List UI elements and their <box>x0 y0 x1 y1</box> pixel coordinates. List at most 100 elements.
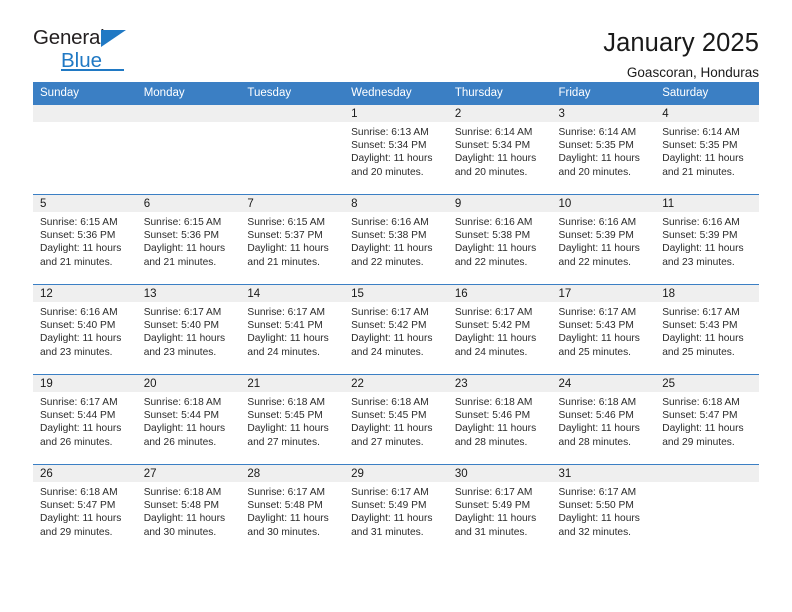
calendar-day-cell[interactable]: 23 Sunrise: 6:18 AM Sunset: 5:46 PM Dayligh… <box>447 374 552 465</box>
day-number: 28 <box>240 465 345 482</box>
daylight-text: Daylight: 11 hours and 22 minutes. <box>558 243 640 268</box>
daylight-text: Daylight: 11 hours and 20 minutes. <box>558 153 640 178</box>
day-number: 18 <box>655 285 759 302</box>
day-number: 29 <box>344 465 448 482</box>
sunset-text: Sunset: 5:38 PM <box>454 230 531 242</box>
sunset-text: Sunset: 5:46 PM <box>558 410 634 422</box>
sunset-text: Sunset: 5:45 PM <box>351 410 427 422</box>
calendar-day-cell[interactable]: 8 Sunrise: 6:16 AM Sunset: 5:38 PM Daylight… <box>344 194 448 285</box>
calendar-day-cell[interactable]: 4 Sunrise: 6:14 AM Sunset: 5:35 PM Daylight… <box>655 104 759 195</box>
day-number: 13 <box>136 285 241 302</box>
day-number: 6 <box>136 195 241 212</box>
sunrise-text: Sunrise: 6:14 AM <box>454 127 533 138</box>
sunset-text: Sunset: 5:43 PM <box>558 320 634 332</box>
sunrise-text: Sunrise: 6:14 AM <box>558 127 637 138</box>
calendar-grid: Sunday Monday Tuesday Wednesday Thursday… <box>33 82 759 554</box>
day-number <box>655 465 759 482</box>
daylight-text: Daylight: 11 hours and 29 minutes. <box>662 423 744 448</box>
calendar-day-cell[interactable]: 24 Sunrise: 6:18 AM Sunset: 5:46 PM Dayligh… <box>551 374 656 465</box>
day-number <box>136 105 241 122</box>
sunset-text: Sunset: 5:42 PM <box>454 320 531 332</box>
title-block: January 2025 Goascoran, Honduras <box>603 28 759 81</box>
calendar-day-cell[interactable]: 21 Sunrise: 6:18 AM Sunset: 5:45 PM Dayligh… <box>240 374 345 465</box>
sunset-text: Sunset: 5:47 PM <box>662 410 738 422</box>
calendar-day-cell[interactable]: 29 Sunrise: 6:17 AM Sunset: 5:49 PM Dayligh… <box>344 464 448 554</box>
sunset-text: Sunset: 5:44 PM <box>143 410 220 422</box>
logo-text-general: General <box>33 26 105 49</box>
calendar-day-cell-empty <box>33 104 137 195</box>
day-number: 23 <box>447 375 552 392</box>
calendar-day-cell-empty <box>240 104 345 195</box>
day-number: 15 <box>344 285 448 302</box>
calendar-day-cell[interactable]: 2 Sunrise: 6:14 AM Sunset: 5:34 PM Daylight… <box>447 104 552 195</box>
sunset-text: Sunset: 5:50 PM <box>558 500 634 512</box>
calendar-day-cell[interactable]: 22 Sunrise: 6:18 AM Sunset: 5:45 PM Dayligh… <box>344 374 448 465</box>
calendar-day-cell[interactable]: 27 Sunrise: 6:18 AM Sunset: 5:48 PM Dayligh… <box>136 464 241 554</box>
sunrise-text: Sunrise: 6:17 AM <box>454 487 533 498</box>
weekday-header-thursday: Thursday <box>447 82 552 105</box>
day-number: 10 <box>551 195 656 212</box>
calendar-day-cell[interactable]: 25 Sunrise: 6:18 AM Sunset: 5:47 PM Dayligh… <box>655 374 759 465</box>
day-details: Sunrise: 6:18 AM Sunset: 5:44 PM Daylight:… <box>137 392 241 449</box>
calendar-day-cell[interactable]: 13 Sunrise: 6:17 AM Sunset: 5:40 PM Dayligh… <box>136 284 241 375</box>
day-details: Sunrise: 6:15 AM Sunset: 5:36 PM Daylight:… <box>137 212 241 269</box>
weekday-header-saturday: Saturday <box>655 82 759 105</box>
calendar-day-cell[interactable]: 28 Sunrise: 6:17 AM Sunset: 5:48 PM Dayligh… <box>240 464 345 554</box>
calendar-page: General Blue January 2025 Goascoran, Hon… <box>0 0 792 612</box>
daylight-text: Daylight: 11 hours and 24 minutes. <box>351 333 433 358</box>
daylight-text: Daylight: 11 hours and 30 minutes. <box>247 513 329 538</box>
calendar-day-cell[interactable]: 16 Sunrise: 6:17 AM Sunset: 5:42 PM Dayligh… <box>447 284 552 375</box>
day-number: 22 <box>344 375 448 392</box>
calendar-day-cell[interactable]: 14 Sunrise: 6:17 AM Sunset: 5:41 PM Dayligh… <box>240 284 345 375</box>
calendar-day-cell[interactable]: 11 Sunrise: 6:16 AM Sunset: 5:39 PM Dayligh… <box>655 194 759 285</box>
daylight-text: Daylight: 11 hours and 22 minutes. <box>454 243 537 268</box>
daylight-text: Daylight: 11 hours and 24 minutes. <box>247 333 329 358</box>
sunset-text: Sunset: 5:43 PM <box>662 320 738 332</box>
calendar-day-cell[interactable]: 9 Sunrise: 6:16 AM Sunset: 5:38 PM Daylight… <box>447 194 552 285</box>
sunrise-text: Sunrise: 6:17 AM <box>558 307 637 318</box>
daylight-text: Daylight: 11 hours and 28 minutes. <box>558 423 640 448</box>
sunset-text: Sunset: 5:34 PM <box>351 140 427 152</box>
calendar-day-cell[interactable]: 15 Sunrise: 6:17 AM Sunset: 5:42 PM Dayligh… <box>344 284 448 375</box>
sunrise-text: Sunrise: 6:18 AM <box>143 397 222 408</box>
calendar-day-cell[interactable]: 18 Sunrise: 6:17 AM Sunset: 5:43 PM Dayligh… <box>655 284 759 375</box>
daylight-text: Daylight: 11 hours and 23 minutes. <box>662 243 744 268</box>
day-details: Sunrise: 6:17 AM Sunset: 5:42 PM Daylight:… <box>344 302 448 359</box>
calendar-body: 1 Sunrise: 6:13 AM Sunset: 5:34 PM Daylight… <box>33 104 759 554</box>
day-details: Sunrise: 6:18 AM Sunset: 5:47 PM Daylight:… <box>33 482 137 539</box>
day-number: 12 <box>33 285 137 302</box>
day-details: Sunrise: 6:15 AM Sunset: 5:36 PM Daylight:… <box>33 212 137 269</box>
sunrise-text: Sunrise: 6:18 AM <box>662 397 740 408</box>
daylight-text: Daylight: 11 hours and 27 minutes. <box>247 423 329 448</box>
sunrise-text: Sunrise: 6:16 AM <box>662 217 740 228</box>
calendar-day-cell[interactable]: 10 Sunrise: 6:16 AM Sunset: 5:39 PM Dayligh… <box>551 194 656 285</box>
daylight-text: Daylight: 11 hours and 31 minutes. <box>351 513 433 538</box>
calendar-day-cell[interactable]: 6 Sunrise: 6:15 AM Sunset: 5:36 PM Daylight… <box>136 194 241 285</box>
day-number: 16 <box>447 285 552 302</box>
day-details: Sunrise: 6:18 AM Sunset: 5:45 PM Daylight:… <box>344 392 448 449</box>
calendar-day-cell[interactable]: 30 Sunrise: 6:17 AM Sunset: 5:49 PM Dayligh… <box>447 464 552 554</box>
calendar-day-cell[interactable]: 17 Sunrise: 6:17 AM Sunset: 5:43 PM Dayligh… <box>551 284 656 375</box>
calendar-day-cell[interactable]: 12 Sunrise: 6:16 AM Sunset: 5:40 PM Dayligh… <box>33 284 137 375</box>
sunrise-text: Sunrise: 6:14 AM <box>662 127 740 138</box>
sunrise-text: Sunrise: 6:18 AM <box>247 397 325 408</box>
day-details: Sunrise: 6:16 AM Sunset: 5:40 PM Daylight:… <box>33 302 137 359</box>
calendar-day-cell[interactable]: 19 Sunrise: 6:17 AM Sunset: 5:44 PM Dayligh… <box>33 374 137 465</box>
sunrise-text: Sunrise: 6:18 AM <box>40 487 118 498</box>
sunset-text: Sunset: 5:48 PM <box>247 500 323 512</box>
day-number: 1 <box>344 105 448 122</box>
calendar-week-row: 19 Sunrise: 6:17 AM Sunset: 5:44 PM Dayligh… <box>33 374 759 465</box>
calendar-day-cell[interactable]: 31 Sunrise: 6:17 AM Sunset: 5:50 PM Dayligh… <box>551 464 656 554</box>
calendar-day-cell[interactable]: 20 Sunrise: 6:18 AM Sunset: 5:44 PM Dayligh… <box>136 374 241 465</box>
calendar-day-cell[interactable]: 5 Sunrise: 6:15 AM Sunset: 5:36 PM Daylight… <box>33 194 137 285</box>
sunset-text: Sunset: 5:49 PM <box>351 500 427 512</box>
sunset-text: Sunset: 5:39 PM <box>662 230 738 242</box>
day-number: 24 <box>551 375 656 392</box>
day-details: Sunrise: 6:17 AM Sunset: 5:43 PM Daylight:… <box>552 302 656 359</box>
day-number: 9 <box>447 195 552 212</box>
daylight-text: Daylight: 11 hours and 32 minutes. <box>558 513 640 538</box>
calendar-day-cell[interactable]: 26 Sunrise: 6:18 AM Sunset: 5:47 PM Dayligh… <box>33 464 137 554</box>
calendar-day-cell[interactable]: 1 Sunrise: 6:13 AM Sunset: 5:34 PM Daylight… <box>344 104 448 195</box>
calendar-day-cell[interactable]: 7 Sunrise: 6:15 AM Sunset: 5:37 PM Daylight… <box>240 194 345 285</box>
calendar-day-cell[interactable]: 3 Sunrise: 6:14 AM Sunset: 5:35 PM Daylight… <box>551 104 656 195</box>
